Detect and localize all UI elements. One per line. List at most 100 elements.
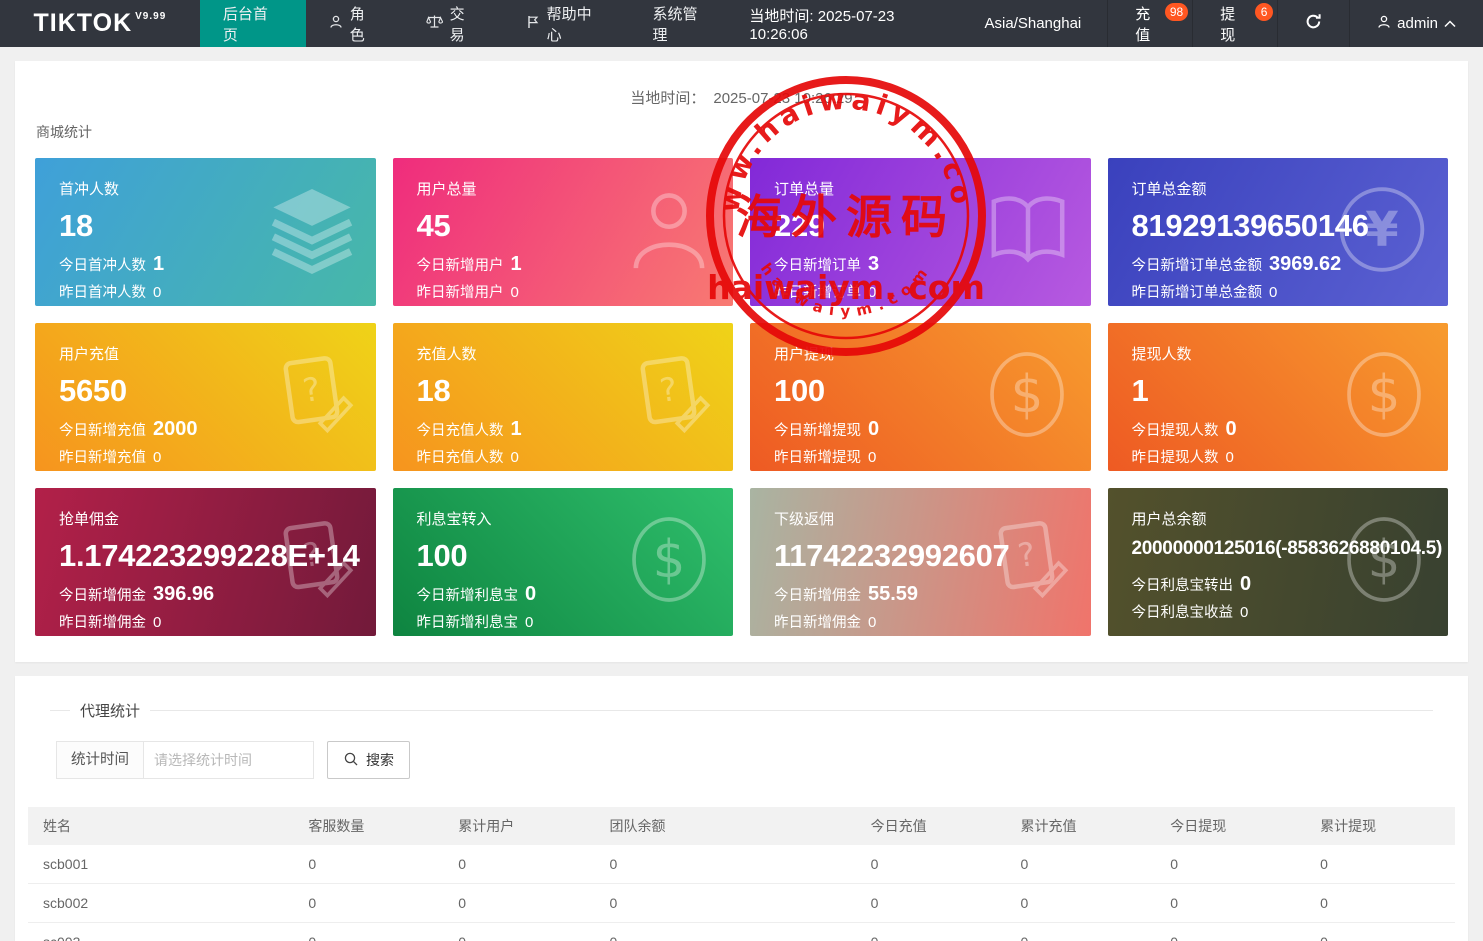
recharge-label: 充值 — [1135, 3, 1165, 45]
stat-time-input[interactable] — [144, 741, 314, 779]
table-header-cell: 姓名 — [28, 807, 293, 845]
search-icon — [343, 751, 359, 770]
card-today-value: 0 — [868, 418, 879, 441]
card-value: 1 — [1132, 373, 1425, 409]
card-today-value: 0 — [525, 583, 536, 606]
card-value: 18 — [417, 373, 710, 409]
card-title: 用户提现 — [774, 343, 1067, 364]
card-today-label: 今日首冲人数 — [59, 254, 146, 275]
table-cell: 0 — [1155, 884, 1305, 923]
stat-card: ? 充值人数 18 今日充值人数1 昨日充值人数0 — [393, 323, 734, 471]
nav-item-help[interactable]: 帮助中心 — [503, 0, 630, 47]
card-value: 100 — [417, 538, 710, 574]
card-yesterday-label: 昨日首冲人数 — [59, 281, 146, 302]
mall-stats-panel: 当地时间： 2025-07-23 10:26:29 商城统计 首冲人数 18 今日… — [15, 61, 1468, 662]
table-cell: 0 — [443, 845, 594, 884]
navbar-right: 当地时间: 2025-07-23 10:26:06 Asia/Shanghai … — [735, 0, 1483, 47]
table-header-cell: 客服数量 — [293, 807, 443, 845]
card-today-label: 今日新增佣金 — [774, 584, 861, 605]
card-value: 45 — [417, 208, 710, 244]
card-title: 用户总量 — [417, 178, 710, 199]
card-today-value: 55.59 — [868, 583, 918, 606]
card-yesterday-value: 0 — [153, 284, 161, 301]
user-icon — [329, 15, 343, 33]
card-today-value: 1 — [511, 418, 522, 441]
mall-stats-title: 商城统计 — [36, 122, 1448, 142]
panel-local-time: 当地时间： 2025-07-23 10:26:29 — [35, 87, 1448, 108]
nav-item-label: 帮助中心 — [547, 3, 607, 45]
card-yesterday-label: 昨日新增用户 — [417, 281, 504, 302]
withdraw-label: 提现 — [1220, 3, 1250, 45]
card-value: 20000000125016(-8583626880104.5) — [1132, 538, 1425, 560]
stat-time-label: 统计时间 — [56, 741, 144, 779]
card-today-label: 今日新增提现 — [774, 419, 861, 440]
panel-time-value: 2025-07-23 10:26:29 — [713, 90, 852, 107]
table-cell: 0 — [856, 884, 1006, 923]
card-today-value: 3969.62 — [1269, 253, 1341, 276]
card-title: 订单总金额 — [1132, 178, 1425, 199]
card-yesterday-label: 昨日充值人数 — [417, 446, 504, 467]
card-value: 5650 — [59, 373, 352, 409]
stats-cards-grid: 首冲人数 18 今日首冲人数1 昨日首冲人数0 用户总量 45 今日新增用户1 … — [35, 158, 1448, 636]
refresh-button[interactable] — [1277, 0, 1349, 47]
table-cell: 0 — [1005, 923, 1155, 941]
table-header-cell: 累计用户 — [443, 807, 594, 845]
table-cell: sc003 — [28, 923, 293, 941]
card-yesterday-value: 0 — [868, 284, 876, 301]
nav-item-label: 系统管理 — [653, 3, 713, 45]
card-today-label: 今日新增订单 — [774, 254, 861, 275]
card-yesterday-label: 昨日提现人数 — [1132, 446, 1219, 467]
flag-icon — [526, 15, 540, 33]
stat-card: $ 用户总余额 20000000125016(-8583626880104.5)… — [1108, 488, 1449, 636]
agent-section-title: 代理统计 — [70, 700, 150, 721]
logo-version: V9.99 — [135, 11, 166, 22]
table-cell: scb002 — [28, 884, 293, 923]
nav-item-role[interactable]: 角色 — [306, 0, 403, 47]
card-yesterday-value: 0 — [511, 284, 519, 301]
card-title: 订单总量 — [774, 178, 1067, 199]
stat-card: 用户总量 45 今日新增用户1 昨日新增用户0 — [393, 158, 734, 306]
nav-item-dashboard[interactable]: 后台首页 — [200, 0, 306, 47]
panel-time-label: 当地时间： — [630, 90, 705, 107]
card-yesterday-label: 昨日新增佣金 — [59, 611, 146, 632]
user-menu[interactable]: admin — [1349, 0, 1483, 47]
table-cell: scb001 — [28, 845, 293, 884]
card-today-label: 今日新增利息宝 — [417, 584, 519, 605]
table-cell: 0 — [1005, 884, 1155, 923]
agent-filter-row: 统计时间 搜索 — [56, 741, 1455, 779]
recharge-button[interactable]: 充值 98 — [1107, 0, 1192, 47]
card-yesterday-label: 昨日新增订单 — [774, 281, 861, 302]
table-cell: 0 — [443, 923, 594, 941]
table-cell: 0 — [1305, 845, 1455, 884]
card-title: 下级返佣 — [774, 508, 1067, 529]
table-header-cell: 团队余额 — [595, 807, 856, 845]
table-cell: 0 — [1305, 884, 1455, 923]
table-cell: 0 — [856, 923, 1006, 941]
stat-card: ? 下级返佣 11742232992607 今日新增佣金55.59 昨日新增佣金… — [750, 488, 1091, 636]
table-cell: 0 — [595, 845, 856, 884]
app-logo: TIKTOKV9.99 — [0, 0, 200, 47]
nav-item-trade[interactable]: 交易 — [403, 0, 503, 47]
card-yesterday-value: 0 — [511, 449, 519, 466]
stat-card: ? 用户充值 5650 今日新增充值2000 昨日新增充值0 — [35, 323, 376, 471]
card-today-value: 0 — [1240, 573, 1251, 596]
card-yesterday-value: 0 — [1226, 449, 1234, 466]
table-cell: 0 — [595, 923, 856, 941]
top-navbar: TIKTOKV9.99 后台首页 角色 交易 帮助中心 系统管理 当地时间: 2… — [0, 0, 1483, 47]
card-yesterday-label: 昨日新增利息宝 — [417, 611, 519, 632]
stat-card: $ 用户提现 100 今日新增提现0 昨日新增提现0 — [750, 323, 1091, 471]
card-yesterday-label: 昨日新增充值 — [59, 446, 146, 467]
table-cell: 0 — [1005, 845, 1155, 884]
withdraw-button[interactable]: 提现 6 — [1192, 0, 1277, 47]
card-title: 利息宝转入 — [417, 508, 710, 529]
card-value: 18 — [59, 208, 352, 244]
search-button[interactable]: 搜索 — [327, 741, 410, 779]
card-yesterday-value: 0 — [153, 449, 161, 466]
card-title: 首冲人数 — [59, 178, 352, 199]
nav-item-system[interactable]: 系统管理 — [630, 0, 736, 47]
withdraw-badge: 6 — [1255, 3, 1273, 21]
username: admin — [1397, 15, 1438, 32]
recharge-badge: 98 — [1165, 3, 1188, 21]
nav-item-label: 角色 — [350, 3, 380, 45]
card-title: 充值人数 — [417, 343, 710, 364]
